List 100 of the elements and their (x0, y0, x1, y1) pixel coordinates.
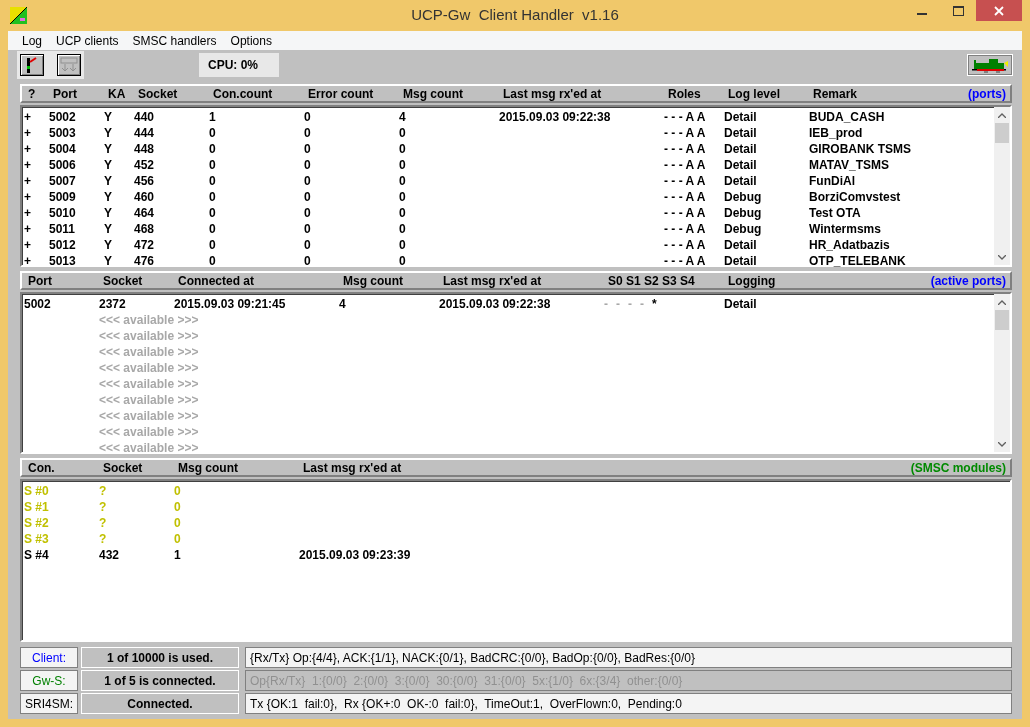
status-detail: Tx {OK:1 fail:0}, Rx {OK+:0 OK-:0 fail:0}, TimeOut:1, OverFlown:0, Pending:0 (245, 693, 1012, 714)
table-cell-text: Y (104, 158, 113, 172)
column-header[interactable]: KA (108, 86, 126, 101)
table-cell-text: 0 (304, 254, 312, 268)
locomotive-button[interactable] (967, 54, 1013, 76)
table-cell-text: 5009 (49, 190, 77, 204)
table-cell-text: 0 (304, 174, 312, 188)
scroll-up-icon[interactable] (998, 112, 1006, 118)
table-cell-text: Detail (724, 254, 758, 268)
close-button[interactable] (976, 0, 1022, 21)
scroll-thumb[interactable] (995, 123, 1009, 143)
column-header[interactable]: Con.count (213, 86, 273, 101)
column-header[interactable]: Con. (28, 460, 55, 475)
table-cell-text: GIROBANK TSMS (809, 142, 912, 156)
table-cell-text: Detail (724, 158, 758, 172)
table-cell-text: Detail (724, 238, 758, 252)
table-cell-text: 452 (134, 158, 156, 172)
table-cell-text: Y (104, 126, 113, 140)
table-cell-text: ? (99, 484, 108, 498)
table-cell-text: BorziComvstest (809, 190, 902, 204)
table-cell-text: Y (104, 254, 113, 268)
table-cell-text: 0 (304, 142, 312, 156)
column-header[interactable]: Msg count (403, 86, 463, 101)
column-header[interactable]: Socket (103, 273, 143, 288)
scroll-down-icon[interactable] (998, 254, 1006, 260)
column-header[interactable]: Last msg rx'ed at (443, 273, 542, 288)
table-cell-text: 5002 (24, 297, 52, 311)
table-cell-text: 1 (209, 110, 217, 124)
menu-item[interactable]: Log (15, 33, 50, 48)
table-cell-text: + (24, 126, 32, 140)
column-header[interactable]: Socket (138, 86, 178, 101)
column-header[interactable]: Last msg rx'ed at (303, 460, 402, 475)
table-cell-text: 5004 (49, 142, 77, 156)
table-cell-text: ? (99, 516, 108, 530)
scroll-down-icon[interactable] (998, 441, 1006, 447)
table-cell-text: + (24, 174, 32, 188)
column-header[interactable]: Connected at (178, 273, 254, 288)
available-slot: <<< available >>> (99, 377, 994, 391)
scroll-up-icon[interactable] (998, 299, 1006, 305)
signal-flag-button[interactable] (20, 54, 44, 76)
column-header[interactable]: Roles (668, 86, 701, 101)
table-cell-text: S #1 (24, 500, 50, 514)
column-header[interactable]: Error count (308, 86, 374, 101)
scroll-thumb[interactable] (995, 310, 1009, 330)
available-slot: <<< available >>> (99, 361, 994, 375)
table-cell-text: 460 (134, 190, 156, 204)
table-cell-text: 0 (209, 158, 217, 172)
column-header[interactable]: ? (28, 86, 36, 101)
table-cell-text: 0 (399, 158, 407, 172)
table-cell-text: 0 (399, 254, 407, 268)
scrollbar[interactable] (994, 294, 1010, 452)
maximize-icon (952, 5, 964, 16)
table-cell-text: 464 (134, 206, 156, 220)
table-cell-text: 5006 (49, 158, 77, 172)
column-header[interactable]: Last msg rx'ed at (503, 86, 602, 101)
column-header[interactable]: Remark (813, 86, 858, 101)
table-cell-text: 0 (209, 126, 217, 140)
table-cell-text: + (24, 254, 32, 268)
table-cell-text: 2015.09.03 09:22:38 (499, 110, 612, 124)
table-cell-text: Y (104, 190, 113, 204)
table-cell-text: Detail (724, 174, 758, 188)
table-cell-text: Detail (724, 142, 758, 156)
table-cell-text: 0 (174, 484, 182, 498)
table-cell-text: Wintermsms (809, 222, 882, 236)
table-cell-text: Y (104, 222, 113, 236)
table-cell-text: 4 (399, 110, 407, 124)
table-cell-text: ? (99, 532, 108, 546)
table-cell-text: ? (99, 500, 108, 514)
column-header[interactable]: Socket (103, 460, 143, 475)
column-header[interactable]: Msg count (178, 460, 238, 475)
column-header[interactable]: Port (28, 273, 52, 288)
table-cell-text: - - - A A (664, 110, 707, 124)
column-header[interactable]: Logging (728, 273, 776, 288)
menu-item[interactable]: UCP clients (49, 33, 126, 48)
table-cell-text: 0 (209, 142, 217, 156)
table-cell-text: Y (104, 238, 113, 252)
table-cell-text: - - - A A (664, 206, 707, 220)
down-arrows-icon (60, 57, 78, 73)
table-cell-text: 432 (99, 548, 121, 562)
column-header[interactable]: Port (53, 86, 77, 101)
status-summary: Connected. (81, 693, 239, 714)
column-header[interactable]: Msg count (343, 273, 403, 288)
available-slot: <<< available >>> (99, 409, 994, 423)
table-cell-text: + (24, 158, 32, 172)
table-cell-text: HR_Adatbazis (809, 238, 891, 252)
column-header[interactable]: Log level (728, 86, 780, 101)
table-cell-text: - - - A A (664, 190, 707, 204)
section-tag: (SMSC modules) (910, 461, 1006, 475)
table-cell-text: + (24, 222, 32, 236)
table-cell-text: 0 (399, 238, 407, 252)
auto-scroll-button[interactable] (57, 54, 81, 76)
column-header[interactable]: S0 S1 S2 S3 S4 (608, 273, 695, 288)
close-icon (994, 5, 1004, 16)
scrollbar[interactable] (994, 107, 1010, 265)
available-slot: <<< available >>> (99, 425, 994, 439)
table-cell-text: - - - A A (664, 174, 707, 188)
menu-item[interactable]: SMSC handlers (125, 33, 224, 48)
menu-item[interactable]: Options (223, 33, 279, 48)
table-cell-text: Y (104, 206, 113, 220)
table-cell-text: 0 (399, 126, 407, 140)
